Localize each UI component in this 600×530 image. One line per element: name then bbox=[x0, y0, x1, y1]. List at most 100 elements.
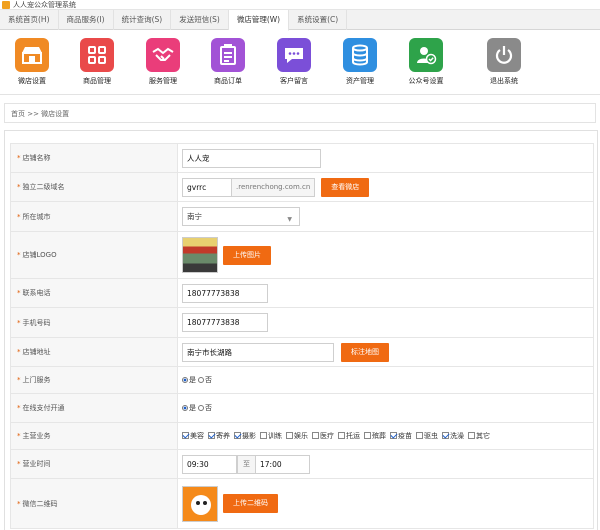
checkbox[interactable] bbox=[468, 432, 475, 439]
business-option[interactable]: 托运 bbox=[338, 431, 360, 441]
chat-icon bbox=[277, 38, 311, 72]
radio-label: 是 bbox=[189, 404, 196, 412]
checkbox[interactable] bbox=[442, 432, 449, 439]
handshake-icon bbox=[146, 38, 180, 72]
city-select[interactable]: 南宁 ▼ bbox=[182, 207, 300, 226]
tab-settings[interactable]: 系统设置(C) bbox=[289, 10, 348, 30]
form-row-address: * 店铺地址 南宁市长湖路 标注地图 bbox=[11, 338, 594, 367]
address-input[interactable]: 南宁市长湖路 bbox=[182, 342, 334, 362]
field-label: * 店铺名称 bbox=[11, 144, 178, 172]
business-option[interactable]: 洗澡 bbox=[442, 431, 464, 441]
business-option[interactable]: 寄养 bbox=[208, 431, 230, 441]
mobile-input[interactable]: 18077773838 bbox=[182, 313, 268, 332]
checkbox[interactable] bbox=[364, 432, 371, 439]
toolbar-logout-button[interactable]: 退出系统 bbox=[474, 38, 534, 86]
field-label: * 店铺LOGO bbox=[11, 232, 178, 278]
form-row-city: * 所在城市 南宁 ▼ bbox=[11, 202, 594, 232]
business-option[interactable]: 摄影 bbox=[234, 431, 256, 441]
business-option[interactable]: 驱虫 bbox=[416, 431, 438, 441]
checkbox[interactable] bbox=[312, 432, 319, 439]
breadcrumb: 首页 >> 微店设置 bbox=[4, 103, 596, 123]
domain-suffix: .renrenchong.com.cn bbox=[232, 177, 316, 197]
business-option[interactable]: 娱乐 bbox=[286, 431, 308, 441]
field-label: * 手机号码 bbox=[11, 308, 178, 337]
toolbar-orders-button[interactable]: 商品订单 bbox=[198, 38, 258, 86]
business-option[interactable]: 训练 bbox=[260, 431, 282, 441]
toolbar-label: 退出系统 bbox=[490, 77, 518, 85]
upload-logo-button[interactable]: 上传图片 bbox=[223, 245, 271, 265]
checkbox[interactable] bbox=[286, 432, 293, 439]
checkbox[interactable] bbox=[390, 432, 397, 439]
business-option[interactable]: 医疗 bbox=[312, 431, 334, 441]
mark-map-button[interactable]: 标注地图 bbox=[341, 342, 389, 362]
field-label: * 店铺地址 bbox=[11, 338, 178, 366]
form-row-shop-name: * 店铺名称 人人宠 bbox=[11, 144, 594, 173]
door-service-no-radio[interactable] bbox=[198, 377, 204, 383]
online-pay-no-radio[interactable] bbox=[198, 405, 204, 411]
form-row-mobile: * 手机号码 18077773838 bbox=[11, 308, 594, 338]
form-row-online-pay: * 在线支付开通 是 否 bbox=[11, 394, 594, 423]
form-row-business: * 主营业务 美容 寄养 摄影 训练 娱乐 医疗 托运 殡葬 疫苗 驱虫 洗澡 其… bbox=[11, 423, 594, 450]
tab-home[interactable]: 系统首页(H) bbox=[0, 10, 59, 30]
tab-microshop[interactable]: 微店管理(W) bbox=[228, 10, 290, 31]
window-title: 人人宠公众管理系统 bbox=[13, 1, 76, 9]
subdomain-input[interactable]: gvrrc bbox=[182, 177, 232, 197]
business-option[interactable]: 殡葬 bbox=[364, 431, 386, 441]
toolbar-product-manage-button[interactable]: 商品管理 bbox=[67, 38, 127, 86]
shop-name-input[interactable]: 人人宠 bbox=[182, 148, 321, 168]
checkbox[interactable] bbox=[234, 432, 241, 439]
business-option[interactable]: 疫苗 bbox=[390, 431, 412, 441]
field-label: * 主营业务 bbox=[11, 423, 178, 449]
form-row-hours: * 营业时间 09:30 至 17:00 bbox=[11, 450, 594, 479]
clipboard-icon bbox=[211, 38, 245, 72]
toolbar-label: 公众号设置 bbox=[408, 77, 444, 85]
toolbar-label: 微店设置 bbox=[18, 77, 46, 85]
shop-settings-form: * 店铺名称 人人宠 * 独立二级域名 gvrrc .renrenchong.com… bbox=[10, 143, 594, 529]
toolbar-service-manage-button[interactable]: 服务管理 bbox=[133, 38, 193, 86]
toolbar-label: 服务管理 bbox=[149, 77, 177, 85]
toolbar-assets-button[interactable]: 资产管理 bbox=[330, 38, 390, 86]
form-row-logo: * 店铺LOGO 上传图片 bbox=[11, 232, 594, 279]
field-label: * 联系电话 bbox=[11, 279, 178, 307]
upload-qr-button[interactable]: 上传二维码 bbox=[223, 494, 278, 513]
toolbar-official-account-button[interactable]: 公众号设置 bbox=[396, 38, 456, 86]
field-label: * 营业时间 bbox=[11, 450, 178, 478]
title-bar: 人人宠公众管理系统 bbox=[0, 0, 600, 10]
checkbox[interactable] bbox=[416, 432, 423, 439]
online-pay-yes-radio[interactable] bbox=[182, 405, 188, 411]
tab-statistics[interactable]: 统计查询(S) bbox=[114, 10, 172, 30]
checkbox[interactable] bbox=[338, 432, 345, 439]
tab-sms[interactable]: 发送短信(S) bbox=[171, 10, 229, 30]
door-service-yes-radio[interactable] bbox=[182, 377, 188, 383]
view-shop-button[interactable]: 查看微店 bbox=[321, 177, 370, 197]
shop-icon bbox=[15, 38, 49, 72]
toolbar-label: 商品管理 bbox=[83, 77, 111, 85]
close-time-input[interactable]: 17:00 bbox=[255, 454, 310, 474]
checkbox[interactable] bbox=[208, 432, 215, 439]
checkbox[interactable] bbox=[182, 432, 189, 439]
toolbar-shop-settings-button[interactable]: 微店设置 bbox=[2, 38, 62, 86]
user-check-icon bbox=[409, 38, 443, 72]
form-row-phone: * 联系电话 18077773838 bbox=[11, 279, 594, 308]
business-checkbox-group: 美容 寄养 摄影 训练 娱乐 医疗 托运 殡葬 疫苗 驱虫 洗澡 其它 bbox=[178, 423, 593, 449]
qr-preview-image bbox=[182, 485, 218, 522]
radio-label: 否 bbox=[205, 404, 212, 412]
business-option[interactable]: 其它 bbox=[468, 431, 490, 441]
checkbox[interactable] bbox=[260, 432, 267, 439]
open-time-input[interactable]: 09:30 bbox=[182, 454, 237, 474]
toolbar-messages-button[interactable]: 客户留言 bbox=[264, 38, 324, 86]
radio-label: 否 bbox=[205, 376, 212, 384]
grid-icon bbox=[80, 38, 114, 72]
toolbar-label: 商品订单 bbox=[214, 77, 242, 85]
breadcrumb-text: 首页 >> 微店设置 bbox=[11, 110, 70, 118]
database-icon bbox=[343, 38, 377, 72]
form-row-subdomain: * 独立二级域名 gvrrc .renrenchong.com.cn 查看微店 bbox=[11, 173, 594, 202]
toolbar-label: 客户留言 bbox=[280, 77, 308, 85]
business-option[interactable]: 美容 bbox=[182, 431, 204, 441]
app-logo-icon bbox=[2, 1, 10, 9]
menu-tabs: 系统首页(H) 商品服务(I) 统计查询(S) 发送短信(S) 微店管理(W) … bbox=[0, 10, 600, 31]
tab-products[interactable]: 商品服务(I) bbox=[59, 10, 114, 30]
field-label: * 微信二维码 bbox=[11, 479, 178, 528]
phone-input[interactable]: 18077773838 bbox=[182, 283, 268, 303]
form-row-door-service: * 上门服务 是 否 bbox=[11, 367, 594, 394]
